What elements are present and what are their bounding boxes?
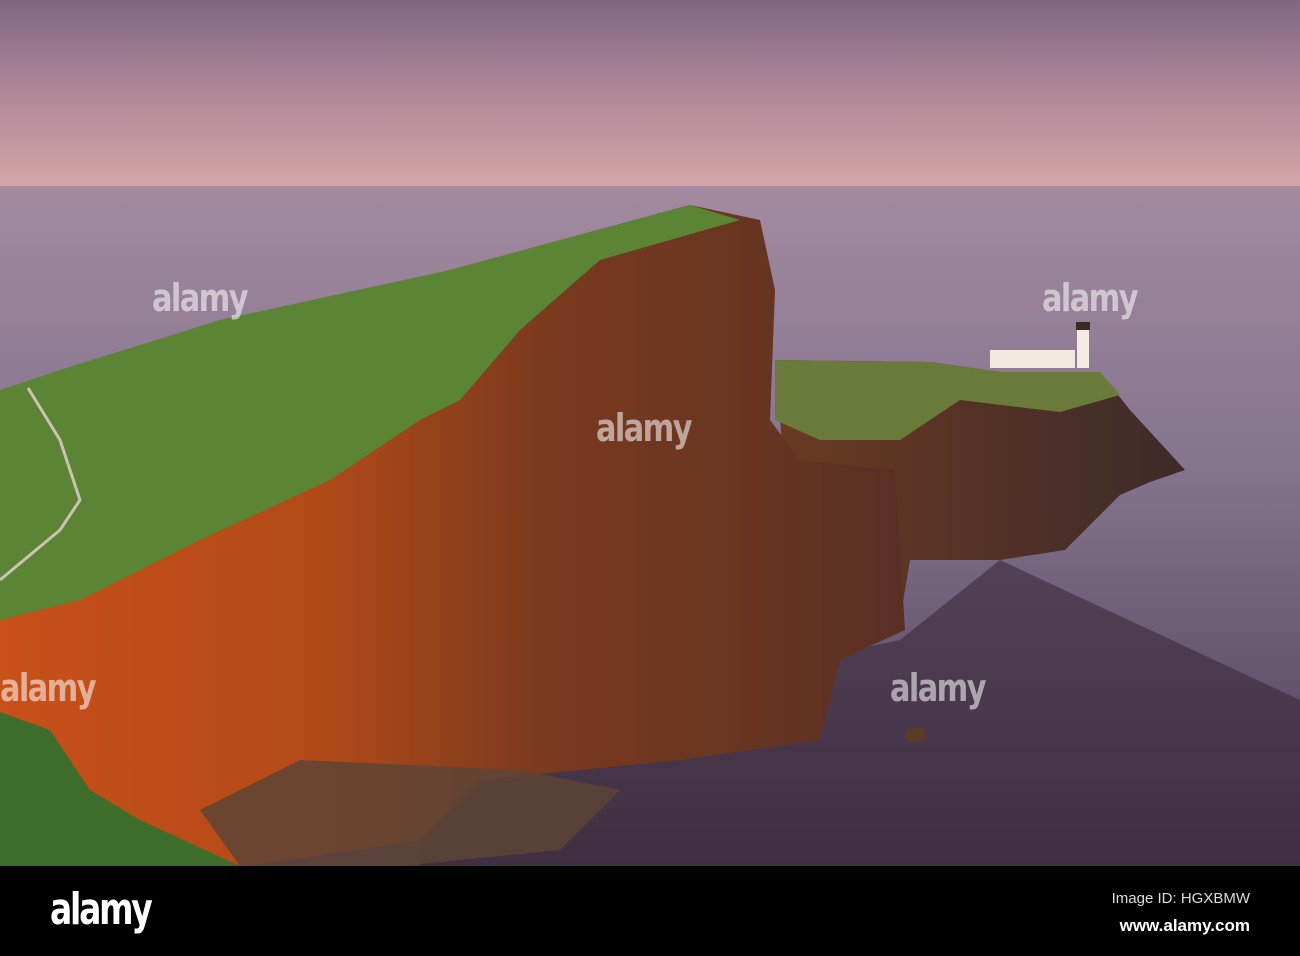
website-link[interactable]: www.alamy.com: [1120, 916, 1250, 936]
watermark: alamy: [596, 406, 693, 450]
sky: [0, 0, 1300, 188]
watermark: alamy: [890, 666, 987, 710]
image-id: Image ID: HGXBMW: [1111, 890, 1250, 907]
sea-rock: [905, 728, 925, 742]
watermark: alamy: [1042, 276, 1139, 320]
stock-photo-page: alamy alamy alamy alamy alamy alamy Imag…: [0, 0, 1300, 956]
footer-bar: alamy Image ID: HGXBMW www.alamy.com: [0, 866, 1300, 956]
watermark: alamy: [0, 666, 97, 710]
watermark: alamy: [152, 276, 249, 320]
alamy-logo: alamy: [50, 884, 153, 935]
